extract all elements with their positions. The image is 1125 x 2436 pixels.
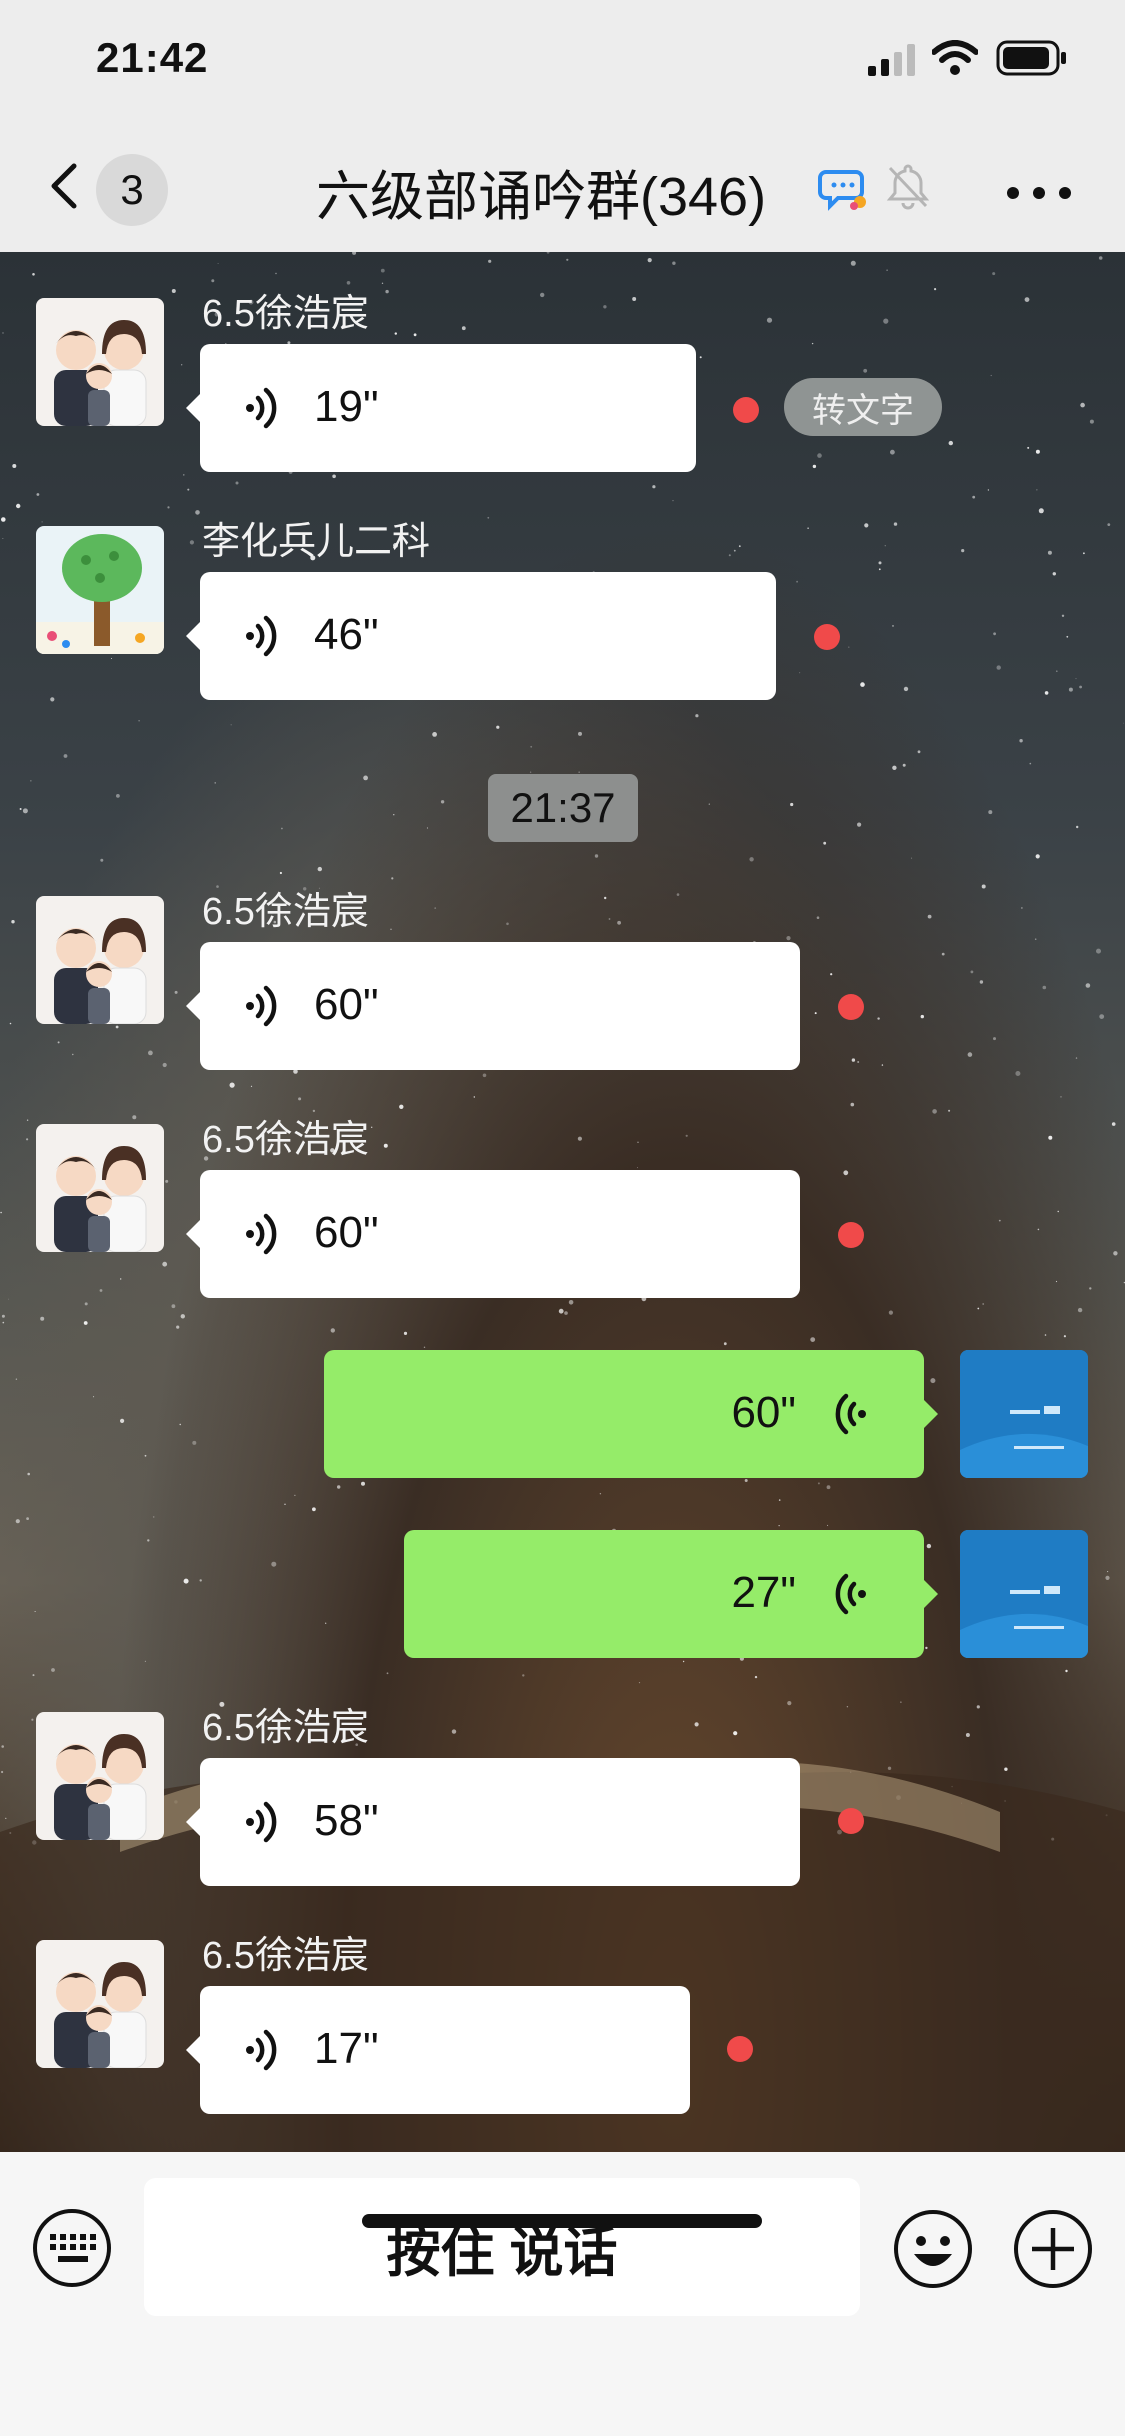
chat-area[interactable]: 6.5徐浩宸 19" 转文字 李化兵儿二科 46" 21:37 6.5徐浩宸 6… bbox=[0, 252, 1125, 2152]
chat-group-icon[interactable] bbox=[818, 162, 868, 212]
voice-wave-icon bbox=[835, 1573, 866, 1615]
my-avatar[interactable] bbox=[960, 1350, 1088, 1478]
back-chevron-icon[interactable] bbox=[44, 162, 86, 210]
avatar[interactable] bbox=[36, 526, 164, 654]
sender-name: 6.5徐浩宸 bbox=[202, 891, 369, 933]
couple-avatar-icon bbox=[36, 1712, 164, 1840]
voice-duration: 60" bbox=[731, 1388, 796, 1437]
voice-message-bubble[interactable]: 19" bbox=[186, 344, 696, 472]
signal-icon bbox=[868, 44, 915, 76]
mute-bell-icon bbox=[886, 164, 930, 210]
battery-icon bbox=[996, 40, 1066, 76]
voice-wave-icon bbox=[246, 1801, 277, 1843]
unread-dot bbox=[727, 2036, 753, 2062]
voice-duration: 27" bbox=[731, 1568, 796, 1617]
voice-wave-icon bbox=[246, 985, 277, 1027]
voice-message-bubble[interactable]: 46" bbox=[186, 572, 776, 700]
voice-duration: 60" bbox=[314, 1208, 379, 1257]
input-bar: 按住 说话 bbox=[0, 2152, 1125, 2436]
voice-message-bubble[interactable]: 60" bbox=[186, 1170, 800, 1298]
voice-duration: 19" bbox=[314, 382, 379, 431]
tree-drawing-avatar-icon bbox=[36, 526, 164, 654]
couple-avatar-icon bbox=[36, 298, 164, 426]
brand-logo-avatar-icon bbox=[960, 1350, 1088, 1478]
voice-wave-icon bbox=[246, 387, 277, 429]
unread-dot bbox=[838, 994, 864, 1020]
avatar[interactable] bbox=[36, 1712, 164, 1840]
avatar[interactable] bbox=[36, 1940, 164, 2068]
avatar[interactable] bbox=[36, 896, 164, 1024]
voice-wave-icon bbox=[246, 1213, 277, 1255]
timestamp: 21:37 bbox=[488, 774, 638, 842]
sender-name: 6.5徐浩宸 bbox=[202, 1119, 369, 1161]
unread-dot bbox=[733, 397, 759, 423]
voice-duration: 58" bbox=[314, 1796, 379, 1845]
sender-name: 6.5徐浩宸 bbox=[202, 1935, 369, 1977]
unread-dot bbox=[814, 624, 840, 650]
unread-count-badge[interactable]: 3 bbox=[96, 154, 168, 226]
sender-name: 6.5徐浩宸 bbox=[202, 1707, 369, 1749]
hold-to-talk-button[interactable]: 按住 说话 bbox=[144, 2178, 860, 2316]
status-time: 21:42 bbox=[96, 34, 209, 81]
plus-icon[interactable] bbox=[1012, 2208, 1094, 2290]
emoji-icon[interactable] bbox=[892, 2208, 974, 2290]
brand-logo-avatar-icon bbox=[960, 1530, 1088, 1658]
couple-avatar-icon bbox=[36, 1124, 164, 1252]
nav-bar: 3 六级部诵吟群(346) bbox=[0, 120, 1125, 252]
sender-name: 李化兵儿二科 bbox=[202, 521, 431, 563]
keyboard-icon[interactable] bbox=[32, 2208, 112, 2288]
voice-wave-icon bbox=[835, 1393, 866, 1435]
sender-name: 6.5徐浩宸 bbox=[202, 293, 369, 335]
more-icon[interactable] bbox=[1004, 184, 1074, 202]
voice-wave-icon bbox=[246, 2029, 277, 2071]
voice-duration: 60" bbox=[314, 980, 379, 1029]
voice-duration: 46" bbox=[314, 610, 379, 659]
voice-message-bubble[interactable]: 60" bbox=[186, 942, 800, 1070]
wifi-icon bbox=[932, 40, 978, 75]
transcribe-button[interactable]: 转文字 bbox=[784, 378, 942, 436]
avatar[interactable] bbox=[36, 1124, 164, 1252]
voice-message-bubble[interactable]: 17" bbox=[186, 1986, 690, 2114]
voice-message-bubble-outgoing[interactable]: 60" bbox=[324, 1350, 938, 1478]
couple-avatar-icon bbox=[36, 896, 164, 1024]
voice-message-bubble-outgoing[interactable]: 27" bbox=[404, 1530, 938, 1658]
unread-dot bbox=[838, 1808, 864, 1834]
voice-wave-icon bbox=[246, 615, 277, 657]
my-avatar[interactable] bbox=[960, 1530, 1088, 1658]
avatar[interactable] bbox=[36, 298, 164, 426]
voice-duration: 17" bbox=[314, 2024, 379, 2073]
unread-dot bbox=[838, 1222, 864, 1248]
page-title: 六级部诵吟群(346) bbox=[316, 167, 767, 227]
status-bar: 21:42 bbox=[0, 0, 1125, 120]
couple-avatar-icon bbox=[36, 1940, 164, 2068]
home-indicator bbox=[362, 2214, 762, 2228]
voice-message-bubble[interactable]: 58" bbox=[186, 1758, 800, 1886]
